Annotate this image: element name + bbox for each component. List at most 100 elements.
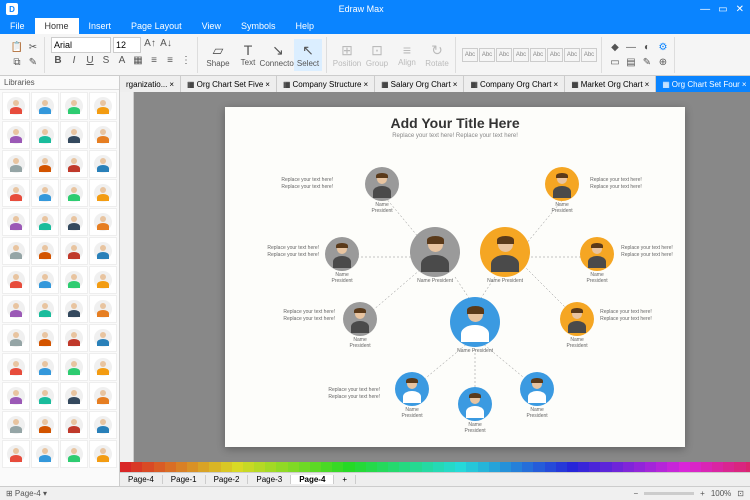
library-item[interactable] — [60, 324, 88, 352]
connector-button[interactable]: ↘Connector — [264, 39, 292, 71]
fit-button[interactable]: ⊡ — [737, 489, 744, 498]
copy-button[interactable]: ⧉ — [10, 55, 24, 69]
color-cell[interactable] — [120, 462, 131, 472]
library-item[interactable] — [89, 150, 117, 178]
library-item[interactable] — [89, 440, 117, 468]
select-button[interactable]: ↖Select — [294, 39, 322, 71]
style-swatch[interactable]: Abc — [530, 48, 546, 62]
color-cell[interactable] — [299, 462, 310, 472]
library-item[interactable] — [60, 92, 88, 120]
library-item[interactable] — [31, 92, 59, 120]
side-text[interactable]: Replace your text here! Replace your tex… — [273, 177, 333, 190]
color-cell[interactable] — [545, 462, 556, 472]
add-page-button[interactable]: + — [334, 475, 356, 484]
color-cell[interactable] — [165, 462, 176, 472]
color-cell[interactable] — [634, 462, 645, 472]
side-text[interactable]: Replace your text here! Replace your tex… — [259, 245, 319, 258]
color-cell[interactable] — [466, 462, 477, 472]
italic-button[interactable]: I — [67, 54, 81, 68]
doc-tab[interactable]: ▦ Org Chart Set Five× — [181, 76, 277, 92]
library-item[interactable] — [2, 411, 30, 439]
style-swatch[interactable]: Abc — [462, 48, 478, 62]
style-swatch[interactable]: Abc — [547, 48, 563, 62]
style-swatch[interactable]: Abc — [496, 48, 512, 62]
color-cell[interactable] — [154, 462, 165, 472]
library-item[interactable] — [31, 237, 59, 265]
zoom-slider[interactable] — [644, 492, 694, 495]
color-cell[interactable] — [254, 462, 265, 472]
library-item[interactable] — [89, 179, 117, 207]
underline-button[interactable]: U — [83, 54, 97, 68]
color-cell[interactable] — [478, 462, 489, 472]
color-cell[interactable] — [187, 462, 198, 472]
chart-title[interactable]: Add Your Title Here — [225, 107, 685, 131]
color-cell[interactable] — [288, 462, 299, 472]
page-tab-active[interactable]: Page-4 — [291, 475, 334, 484]
library-item[interactable] — [31, 353, 59, 381]
more-3[interactable]: ✎ — [640, 55, 654, 69]
color-cell[interactable] — [589, 462, 600, 472]
color-cell[interactable] — [533, 462, 544, 472]
org-node[interactable]: Name President — [520, 372, 554, 419]
menu-symbols[interactable]: Symbols — [231, 18, 286, 34]
doc-tab-active[interactable]: ▦ Org Chart Set Four× — [656, 76, 750, 92]
color-cell[interactable] — [600, 462, 611, 472]
color-cell[interactable] — [276, 462, 287, 472]
style-swatch[interactable]: Abc — [479, 48, 495, 62]
library-item[interactable] — [31, 382, 59, 410]
page-tab[interactable]: Page-3 — [248, 475, 291, 484]
style-swatch[interactable]: Abc — [581, 48, 597, 62]
doc-tab[interactable]: ▦ Market Org Chart× — [565, 76, 656, 92]
align-left-button[interactable]: ≡ — [147, 54, 161, 68]
rotate-button[interactable]: ↻Rotate — [423, 39, 451, 71]
org-node[interactable]: Name President — [560, 302, 594, 349]
style-swatch[interactable]: Abc — [513, 48, 529, 62]
color-cell[interactable] — [656, 462, 667, 472]
library-item[interactable] — [2, 295, 30, 323]
shadow-button[interactable]: ◐ — [640, 40, 654, 54]
font-size-select[interactable] — [113, 37, 141, 53]
more-1[interactable]: ▭ — [608, 55, 622, 69]
library-item[interactable] — [60, 440, 88, 468]
color-cell[interactable] — [500, 462, 511, 472]
menu-file[interactable]: File — [0, 18, 35, 34]
library-item[interactable] — [31, 411, 59, 439]
org-node[interactable]: Name President — [365, 167, 399, 214]
align-button[interactable]: ≡Align — [393, 39, 421, 71]
library-item[interactable] — [89, 382, 117, 410]
align-center-button[interactable]: ≡ — [163, 54, 177, 68]
org-node[interactable]: Name President — [450, 297, 500, 354]
text-button[interactable]: TText — [234, 39, 262, 71]
format-painter-button[interactable]: ✎ — [26, 55, 40, 69]
strike-button[interactable]: S — [99, 54, 113, 68]
color-cell[interactable] — [612, 462, 623, 472]
color-cell[interactable] — [723, 462, 734, 472]
color-cell[interactable] — [645, 462, 656, 472]
more-4[interactable]: ⊕ — [656, 55, 670, 69]
org-node[interactable]: Name President — [458, 387, 492, 434]
increase-font-button[interactable]: A↑ — [143, 37, 157, 51]
side-text[interactable]: Replace your text here! Replace your tex… — [600, 309, 660, 322]
color-cell[interactable] — [142, 462, 153, 472]
page-tab[interactable]: Page-4 — [120, 475, 163, 484]
library-item[interactable] — [2, 324, 30, 352]
color-cell[interactable] — [422, 462, 433, 472]
org-node[interactable]: Name President — [580, 237, 614, 284]
org-node[interactable]: Name President — [410, 227, 460, 284]
library-item[interactable] — [31, 121, 59, 149]
library-item[interactable] — [89, 237, 117, 265]
doc-tab[interactable]: ▦ Company Org Chart× — [464, 76, 565, 92]
color-cell[interactable] — [377, 462, 388, 472]
color-cell[interactable] — [712, 462, 723, 472]
menu-page-layout[interactable]: Page Layout — [121, 18, 192, 34]
library-item[interactable] — [60, 411, 88, 439]
color-cell[interactable] — [444, 462, 455, 472]
more-2[interactable]: ▤ — [624, 55, 638, 69]
color-cell[interactable] — [623, 462, 634, 472]
color-cell[interactable] — [734, 462, 745, 472]
library-item[interactable] — [31, 266, 59, 294]
library-item[interactable] — [31, 208, 59, 236]
minimize-button[interactable]: — — [700, 4, 710, 15]
library-item[interactable] — [2, 382, 30, 410]
zoom-in-button[interactable]: + — [700, 489, 705, 498]
